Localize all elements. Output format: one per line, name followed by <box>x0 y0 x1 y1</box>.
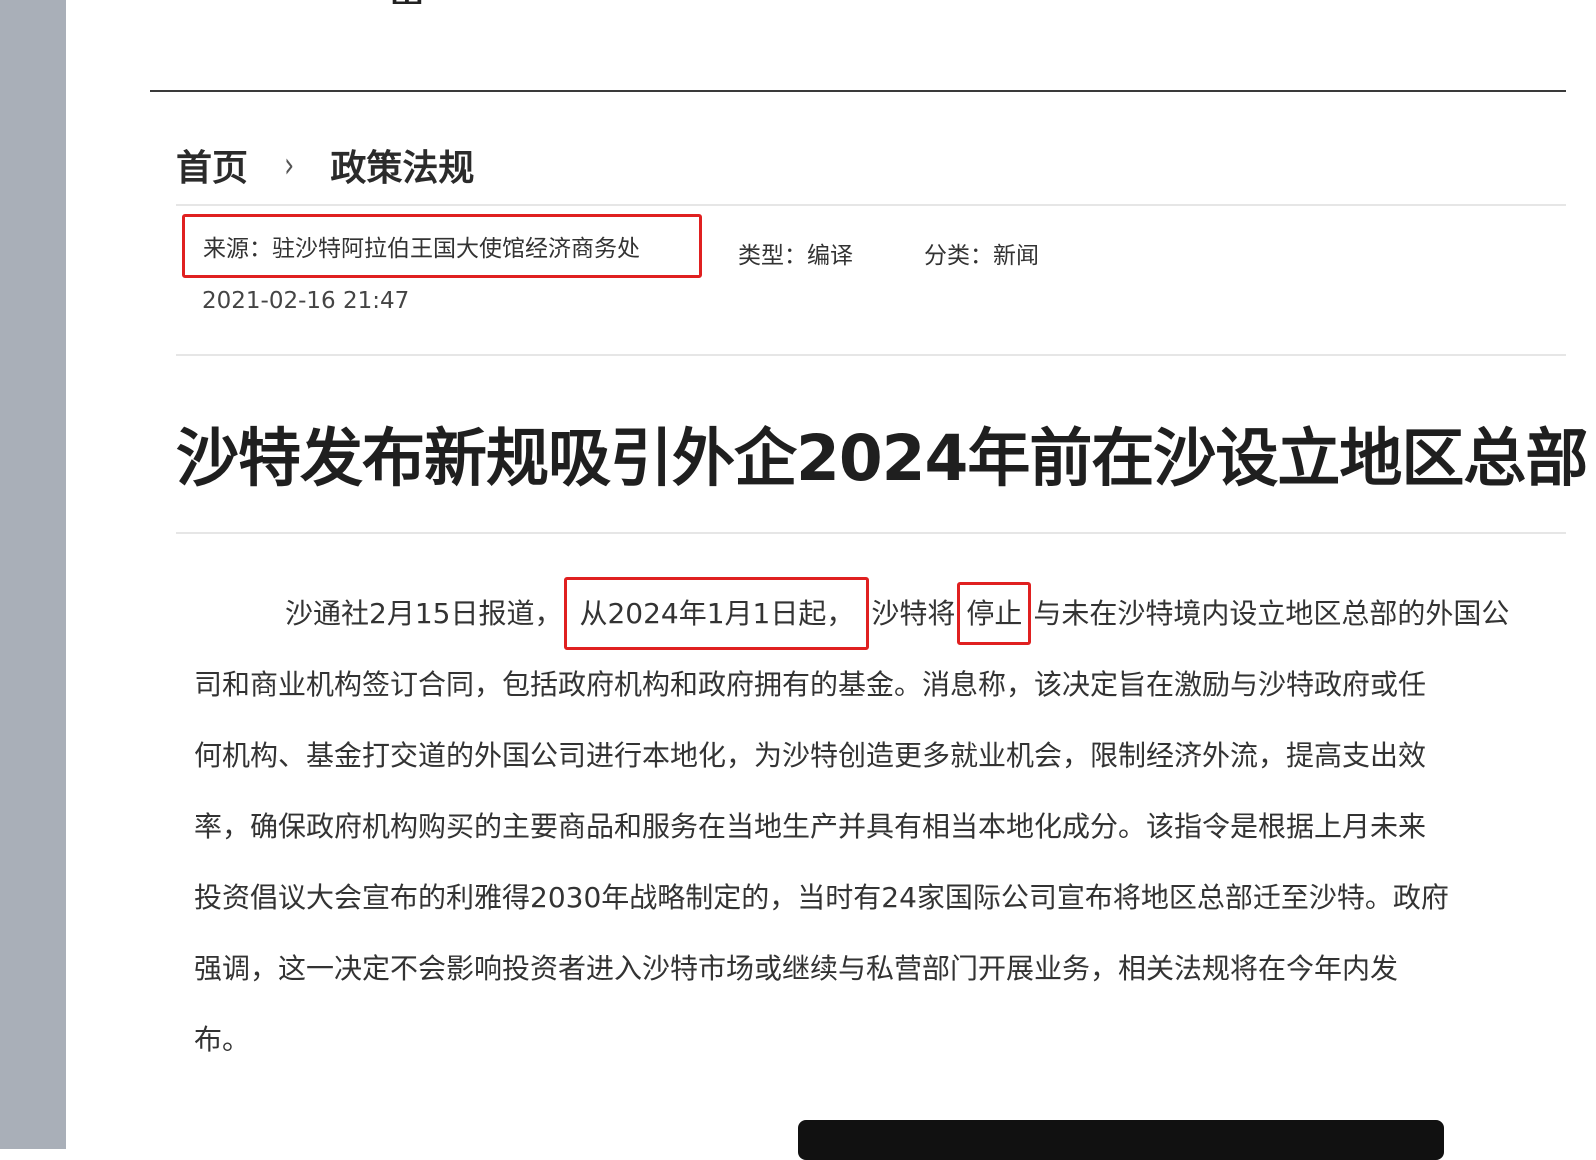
cropped-header-text: 中 <box>390 0 470 4</box>
body-text-segment: 沙特将 <box>871 597 956 630</box>
left-margin-bar <box>0 0 66 1149</box>
body-text-segment: 与未在沙特境内设立地区总部的外国公 <box>1033 597 1510 630</box>
body-line: 强调，这一决定不会影响投资者进入沙特市场或继续与私营部门开展业务，相关法规将在今… <box>194 952 1399 985</box>
meta-divider <box>176 354 1566 356</box>
article-title: 沙特发布新规吸引外企2024年前在沙设立地区总部 <box>176 422 1588 495</box>
highlight-date: 从2024年1月1日起， <box>564 577 870 650</box>
meta-type: 类型：编译 <box>738 243 853 269</box>
meta-source-label: 来源：驻沙特阿拉伯王国大使馆经济商务处 <box>203 236 640 262</box>
chevron-right-icon: › <box>284 144 295 186</box>
body-line: 投资倡议大会宣布的利雅得2030年战略制定的，当时有24家国际公司宣布将地区总部… <box>194 881 1449 914</box>
meta-category: 分类：新闻 <box>924 243 1039 269</box>
breadcrumb-home-link[interactable]: 首页 <box>176 139 248 191</box>
body-text-segment: 沙通社2月15日报道， <box>285 597 563 630</box>
header-divider <box>150 90 1566 92</box>
meta-source: 来源：驻沙特阿拉伯王国大使馆经济商务处 <box>182 214 702 278</box>
breadcrumb-divider <box>176 204 1566 206</box>
highlight-stop: 停止 <box>957 582 1032 645</box>
body-line: 司和商业机构签订合同，包括政府机构和政府拥有的基金。消息称，该决定旨在激励与沙特… <box>194 668 1427 701</box>
title-divider <box>176 532 1566 534</box>
bottom-toolbar-fragment <box>798 1120 1444 1160</box>
body-line: 率，确保政府机构购买的主要商品和服务在当地生产并具有相当本地化成分。该指令是根据… <box>194 810 1427 843</box>
body-line: 布。 <box>194 1023 251 1056</box>
meta-datetime: 2021-02-16 21:47 <box>202 288 410 314</box>
article-body: 沙通社2月15日报道， 从2024年1月1日起， 沙特将 停止 与未在沙特境内设立地区总… <box>194 577 1544 1075</box>
breadcrumb: 首页 › 政策法规 <box>176 140 474 190</box>
breadcrumb-current-link[interactable]: 政策法规 <box>330 139 474 191</box>
body-line: 何机构、基金打交道的外国公司进行本地化，为沙特创造更多就业机会，限制经济外流，提… <box>194 739 1427 772</box>
article-meta: 来源：驻沙特阿拉伯王国大使馆经济商务处 类型：编译 分类：新闻 <box>182 214 1182 282</box>
body-line: 沙通社2月15日报道， 从2024年1月1日起， 沙特将 停止 与未在沙特境内设立地区总… <box>194 577 1544 650</box>
